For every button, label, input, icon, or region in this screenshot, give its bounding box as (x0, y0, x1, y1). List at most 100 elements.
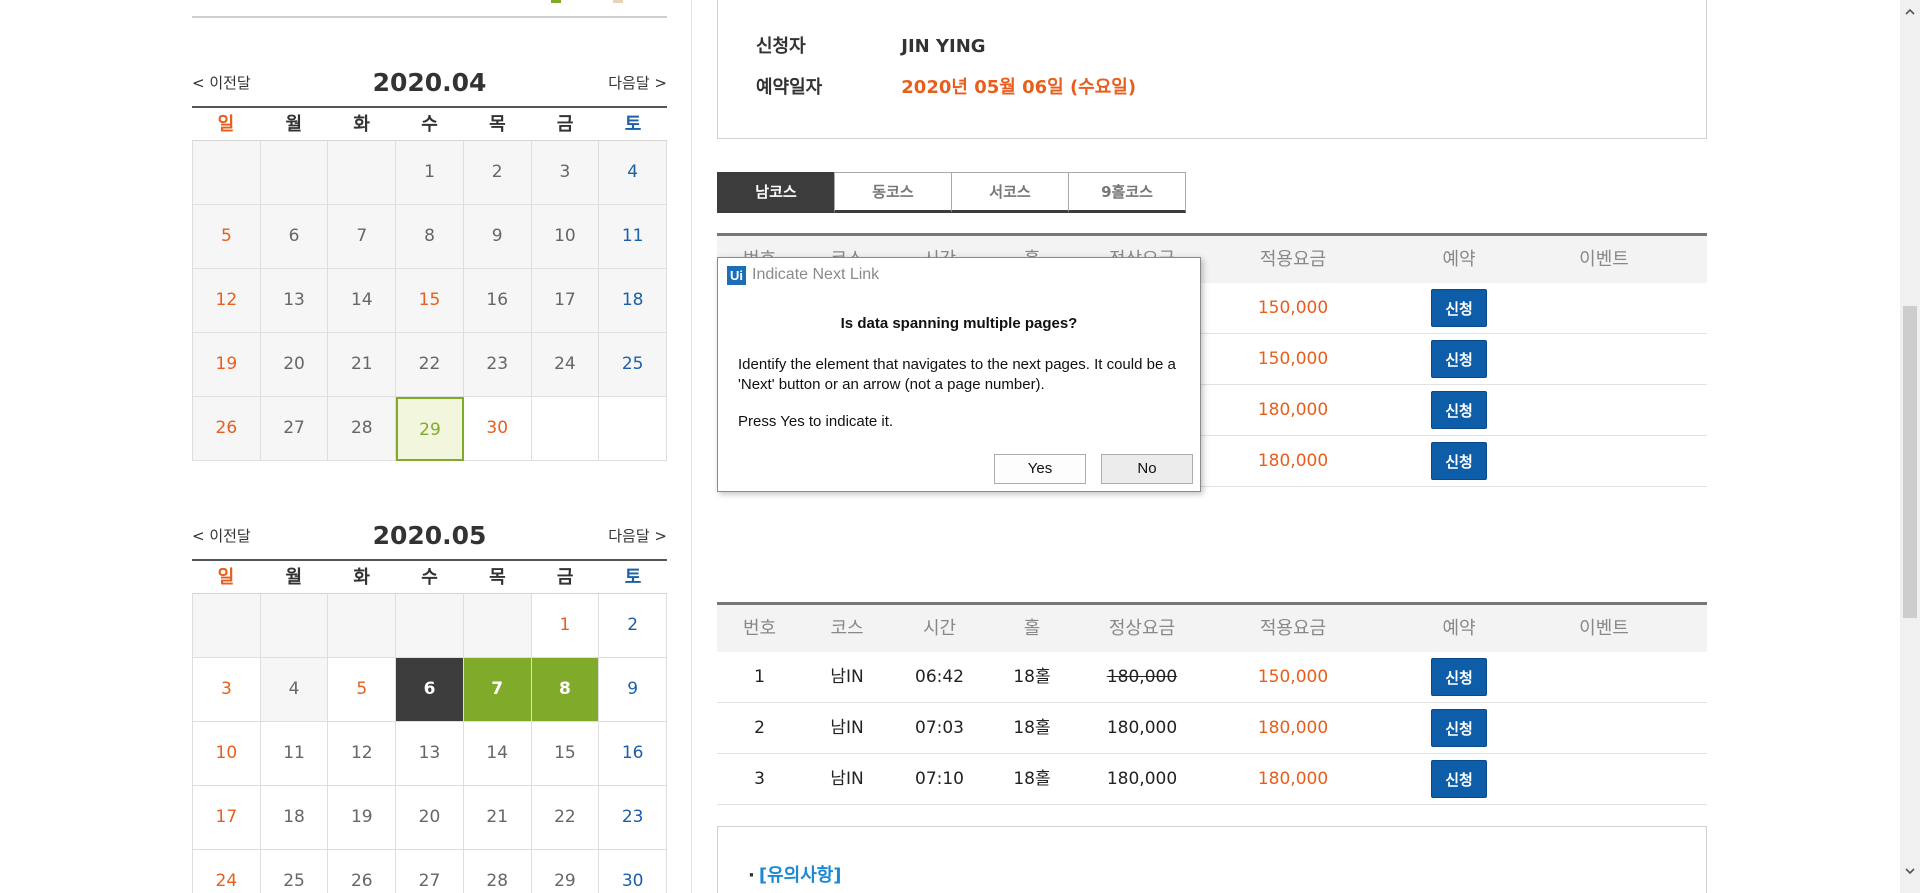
dialog-title: Indicate Next Link (752, 266, 880, 283)
date-value: 2020년 05월 06일 (수요일) (901, 77, 1137, 98)
day-cell: 21 (328, 333, 397, 397)
day-cell[interactable]: 15 (531, 722, 600, 786)
dialog-body: Identify the element that navigates to t… (738, 356, 1176, 393)
day-cell[interactable]: 20 (396, 786, 464, 850)
day-cell-available[interactable]: 8 (531, 658, 600, 722)
tee-time-table-2: 번호 코스 시간 홀 정상요금 적용요금 예약 이벤트 1 남IN 06:42 … (717, 602, 1707, 805)
day-cell: 22 (396, 333, 464, 397)
day-cell[interactable]: 2 (599, 594, 667, 658)
day-cell: 6 (260, 205, 329, 269)
notice-title[interactable]: [유의사항] (759, 865, 842, 886)
chevron-up-icon[interactable] (1904, 6, 1916, 18)
day-cell: 15 (396, 269, 464, 333)
notice-heading: · [유의사항] (748, 861, 842, 887)
row-hole: 18홀 (1013, 769, 1051, 789)
row-no: 1 (754, 667, 765, 687)
day-cell: 5 (193, 205, 261, 269)
day-cell[interactable]: 28 (463, 850, 532, 893)
day-cell-empty (396, 594, 464, 658)
notice-bullet: · (748, 865, 755, 886)
day-cell[interactable]: 9 (599, 658, 667, 722)
day-cell[interactable]: 27 (396, 850, 464, 893)
weekday-tue: 화 (353, 114, 370, 135)
scrollbar-thumb[interactable] (1903, 306, 1917, 618)
day-cell[interactable]: 23 (599, 786, 667, 850)
apply-button[interactable]: 신청 (1431, 709, 1487, 747)
day-cell: 9 (463, 205, 532, 269)
header-applied-fee: 적용요금 (1259, 249, 1327, 270)
day-cell-selected[interactable]: 6 (396, 658, 464, 722)
dialog-question: Is data spanning multiple pages? (840, 315, 1078, 332)
applicant-value: JIN YING (901, 36, 986, 57)
header-time: 시간 (922, 618, 957, 639)
row-course: 남IN (830, 769, 864, 789)
calendar-title: 2020.04 (372, 68, 487, 97)
day-cell[interactable]: 11 (260, 722, 329, 786)
applied-fee: 180,000 (1257, 451, 1329, 471)
day-cell[interactable]: 14 (463, 722, 532, 786)
weekday-thu: 목 (489, 114, 506, 135)
day-grid: 1 2 3 4 5 6 7 8 9 10 11 12 13 14 15 16 1… (192, 594, 667, 893)
date-row: 예약일자 2020년 05월 06일 (수요일) (756, 73, 1136, 99)
apply-button[interactable]: 신청 (1431, 760, 1487, 798)
apply-button[interactable]: 신청 (1431, 391, 1487, 429)
weekday-fri: 금 (556, 114, 574, 135)
row-course: 남IN (830, 667, 864, 687)
weekday-mon: 월 (285, 114, 303, 135)
next-month-link[interactable]: 다음달 > (608, 525, 667, 546)
dialog-titlebar[interactable]: Ui Indicate Next Link (718, 258, 1200, 288)
day-cell: 24 (531, 333, 600, 397)
day-cell[interactable]: 26 (328, 850, 397, 893)
day-cell: 10 (531, 205, 600, 269)
next-month-link[interactable]: 다음달 > (608, 72, 667, 93)
weekday-row: 일 월 화 수 목 금 토 (192, 108, 667, 141)
date-label: 예약일자 (756, 77, 823, 98)
row-no: 2 (754, 718, 765, 738)
calendar-april: < 이전달 2020.04 다음달 > 일 월 화 수 목 금 토 1 2 3 … (192, 64, 667, 461)
apply-button[interactable]: 신청 (1431, 658, 1487, 696)
tab-9hole-course[interactable]: 9홀코스 (1068, 172, 1186, 213)
apply-button[interactable]: 신청 (1431, 340, 1487, 378)
day-cell[interactable]: 30 (463, 397, 532, 461)
day-cell[interactable]: 12 (328, 722, 397, 786)
row-time: 06:42 (915, 667, 964, 687)
day-cell-today[interactable]: 29 (396, 397, 464, 461)
day-cell[interactable]: 1 (531, 594, 600, 658)
day-cell: 19 (193, 333, 261, 397)
weekday-sun: 일 (217, 567, 235, 588)
tan-marker (613, 0, 623, 3)
day-cell[interactable]: 29 (531, 850, 600, 893)
day-cell[interactable]: 25 (260, 850, 329, 893)
day-cell[interactable]: 16 (599, 722, 667, 786)
day-cell[interactable]: 3 (193, 658, 261, 722)
standard-fee: 180,000 (1106, 667, 1178, 687)
day-cell[interactable]: 21 (463, 786, 532, 850)
row-course: 남IN (830, 718, 864, 738)
day-cell: 3 (531, 141, 600, 205)
day-cell-available[interactable]: 7 (463, 658, 532, 722)
tab-south-course[interactable]: 남코스 (717, 172, 835, 213)
day-cell[interactable]: 5 (328, 658, 397, 722)
apply-button[interactable]: 신청 (1431, 442, 1487, 480)
day-cell[interactable]: 13 (396, 722, 464, 786)
applied-fee: 150,000 (1257, 349, 1329, 369)
day-cell: 25 (599, 333, 667, 397)
apply-button[interactable]: 신청 (1431, 289, 1487, 327)
day-cell[interactable]: 17 (193, 786, 261, 850)
vertical-scrollbar[interactable] (1900, 0, 1920, 893)
chevron-down-icon[interactable] (1904, 865, 1916, 877)
day-cell[interactable]: 22 (531, 786, 600, 850)
header-standard-fee: 정상요금 (1108, 618, 1176, 639)
no-button[interactable]: No (1101, 454, 1193, 484)
yes-button[interactable]: Yes (994, 454, 1086, 484)
day-cell-empty (328, 594, 397, 658)
day-cell[interactable]: 18 (260, 786, 329, 850)
weekday-fri: 금 (556, 567, 574, 588)
day-cell[interactable]: 10 (193, 722, 261, 786)
day-cell[interactable]: 30 (599, 850, 667, 893)
tab-east-course[interactable]: 동코스 (834, 172, 952, 213)
tab-west-course[interactable]: 서코스 (951, 172, 1069, 213)
day-cell[interactable]: 24 (193, 850, 261, 893)
day-cell-empty (463, 594, 532, 658)
day-cell[interactable]: 19 (328, 786, 397, 850)
